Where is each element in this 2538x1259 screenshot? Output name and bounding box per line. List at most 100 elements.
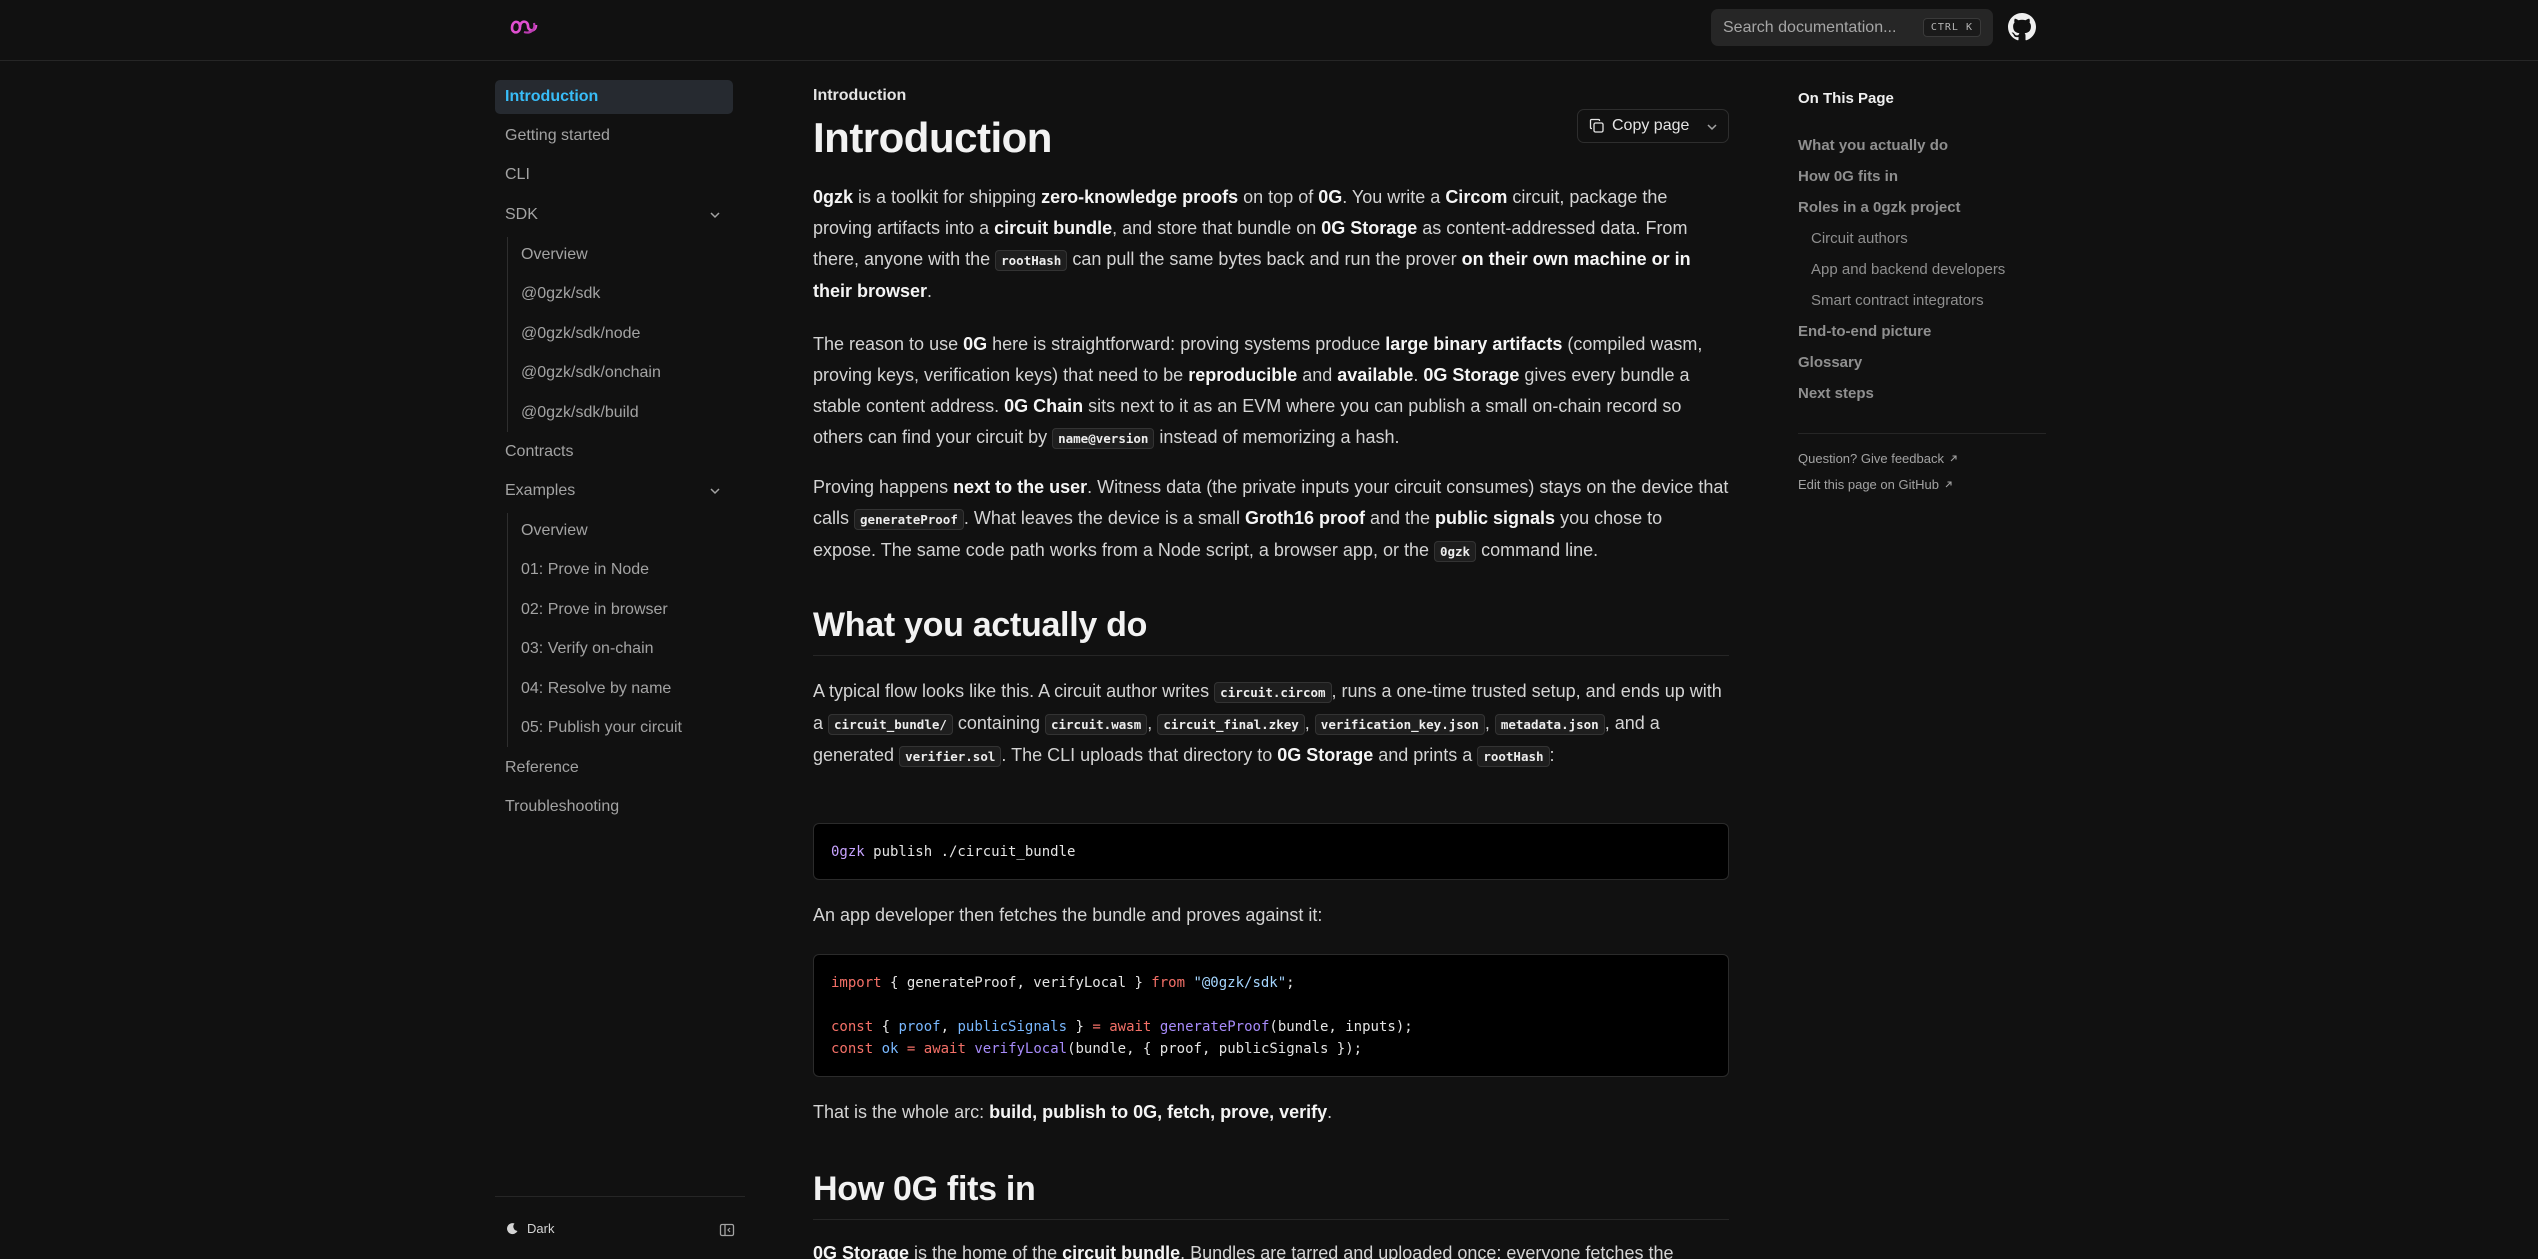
sidebar-item-examples[interactable]: Examples [495, 474, 733, 508]
sidebar-item-sdk[interactable]: SDK [495, 198, 733, 232]
intro-paragraph-2: The reason to use 0G here is straightfor… [813, 334, 1703, 449]
sidebar-item-label: 02: Prove in browser [521, 601, 668, 618]
top-bar: Search documentation... CTRL K [0, 0, 2538, 61]
sidebar-item-label: Reference [505, 759, 579, 776]
section-heading-how-0g-fits: How 0G fits in [813, 1170, 1729, 1220]
intro-paragraph-1: 0gzk is a toolkit for shipping zero-know… [813, 187, 1691, 301]
inline-code: metadata.json [1494, 714, 1605, 735]
sidebar-item-label: CLI [505, 166, 530, 183]
examples-group-line [507, 513, 508, 747]
sidebar-item-label: Examples [505, 482, 576, 499]
sidebar-item-sdk-overview[interactable]: Overview [521, 238, 733, 272]
sidebar-item-label: SDK [505, 206, 538, 223]
sidebar-item-label: 03: Verify on-chain [521, 640, 654, 657]
inline-code: circuit.wasm [1044, 714, 1148, 735]
sidebar-collapse-icon[interactable] [719, 1222, 735, 1238]
sidebar-item-label: 05: Publish your circuit [521, 719, 682, 736]
sidebar-item-label: Troubleshooting [505, 798, 620, 815]
copy-page-button[interactable]: Copy page [1577, 109, 1729, 143]
sidebar-item-label: Overview [521, 246, 588, 263]
feedback-link[interactable]: Question? Give feedback [1798, 451, 1958, 466]
sidebar-item-label: 04: Resolve by name [521, 680, 672, 697]
sidebar-item-label: Overview [521, 522, 588, 539]
code-line: import { generateProof, verifyLocal } fr… [831, 975, 1295, 991]
inline-code: circuit_bundle/ [828, 714, 953, 735]
search-shortcut-badge: CTRL K [1922, 18, 1981, 37]
toc-item-end-to-end[interactable]: End-to-end picture [1798, 323, 1931, 340]
sidebar-item-examples-overview[interactable]: Overview [521, 514, 733, 548]
chevron-down-icon [1707, 124, 1717, 131]
copy-page-label: Copy page [1612, 117, 1690, 134]
sidebar-item-example-04[interactable]: 04: Resolve by name [521, 672, 733, 706]
search-input[interactable]: Search documentation... CTRL K [1711, 9, 1993, 46]
toc-item-how-0g-fits[interactable]: How 0G fits in [1798, 168, 1898, 185]
toc-item-circuit-authors[interactable]: Circuit authors [1811, 230, 1908, 247]
feedback-link-label: Question? Give feedback [1798, 451, 1944, 466]
theme-toggle[interactable]: Dark [505, 1221, 554, 1236]
sidebar-item-label: @0gzk/sdk [521, 285, 601, 302]
sidebar-item-example-01[interactable]: 01: Prove in Node [521, 553, 733, 587]
sidebar-item-sdk-node[interactable]: @0gzk/sdk/node [521, 317, 733, 351]
inline-code: rootHash [995, 250, 1068, 271]
summary-paragraph: That is the whole arc: build, publish to… [813, 1102, 1333, 1122]
sidebar-item-example-03[interactable]: 03: Verify on-chain [521, 632, 733, 666]
github-icon[interactable] [2008, 13, 2036, 41]
sidebar-item-label: Introduction [505, 88, 599, 105]
sidebar-item-introduction[interactable]: Introduction [495, 80, 733, 114]
toc-divider [1798, 433, 2046, 434]
toc-item-what-you-do[interactable]: What you actually do [1798, 137, 1948, 154]
code-block-publish[interactable]: 0gzk publish ./circuit_bundle [813, 823, 1729, 880]
theme-label: Dark [527, 1221, 555, 1236]
inline-code: circuit.circom [1214, 682, 1332, 703]
inline-code: generateProof [854, 509, 964, 530]
sidebar-item-example-05[interactable]: 05: Publish your circuit [521, 711, 733, 745]
flow-paragraph: A typical flow looks like this. A circui… [813, 681, 1722, 767]
fetch-paragraph: An app developer then fetches the bundle… [813, 905, 1323, 925]
sidebar-item-sdk-onchain[interactable]: @0gzk/sdk/onchain [521, 356, 733, 390]
code-line: const ok = await verifyLocal(bundle, { p… [831, 1041, 1363, 1057]
toc-item-contract-integrators[interactable]: Smart contract integrators [1811, 292, 1984, 309]
sidebar-item-sdk-build[interactable]: @0gzk/sdk/build [521, 396, 733, 430]
sidebar-item-contracts[interactable]: Contracts [495, 435, 733, 469]
inline-code: circuit_final.zkey [1157, 714, 1305, 735]
edit-link-label: Edit this page on GitHub [1798, 477, 1939, 492]
moon-icon [507, 1222, 518, 1234]
chevron-down-icon[interactable] [709, 485, 721, 497]
breadcrumb[interactable]: Introduction [813, 87, 906, 105]
code-line: const { proof, publicSignals } = await g… [831, 1019, 1413, 1035]
toc-item-glossary[interactable]: Glossary [1798, 354, 1862, 371]
sidebar-item-sdk-core[interactable]: @0gzk/sdk [521, 277, 733, 311]
sidebar-item-example-02[interactable]: 02: Prove in browser [521, 593, 733, 627]
logo-icon[interactable] [508, 14, 540, 38]
search-placeholder: Search documentation... [1723, 18, 1897, 36]
inline-code: verifier.sol [899, 746, 1002, 767]
sidebar-item-getting-started[interactable]: Getting started [495, 119, 733, 153]
toc-item-roles[interactable]: Roles in a 0gzk project [1798, 199, 1961, 216]
sidebar-item-troubleshooting[interactable]: Troubleshooting [495, 790, 733, 824]
edit-on-github-link[interactable]: Edit this page on GitHub [1798, 477, 1953, 492]
external-link-icon [1950, 455, 1957, 462]
code-block-sdk[interactable]: import { generateProof, verifyLocal } fr… [813, 954, 1729, 1077]
toc-item-next-steps[interactable]: Next steps [1798, 385, 1874, 402]
inline-code: name@version [1052, 428, 1155, 449]
section-heading-what-you-do: What you actually do [813, 606, 1729, 656]
external-link-icon [1945, 481, 1952, 488]
page-title: Introduction [813, 114, 1052, 161]
sidebar-item-reference[interactable]: Reference [495, 751, 733, 785]
sidebar-footer: Dark [495, 1196, 745, 1259]
sidebar-item-label: @0gzk/sdk/node [521, 325, 641, 342]
sidebar-item-label: @0gzk/sdk/build [521, 404, 639, 421]
inline-code: verification_key.json [1314, 714, 1485, 735]
storage-paragraph: 0G Storage is the home of the circuit bu… [813, 1243, 1674, 1259]
sidebar-item-label: @0gzk/sdk/onchain [521, 364, 661, 381]
toc-item-app-developers[interactable]: App and backend developers [1811, 261, 2005, 278]
chevron-down-icon[interactable] [709, 209, 721, 221]
sidebar-nav: Introduction Getting started CLI SDK Ove… [495, 61, 745, 1259]
sidebar-item-cli[interactable]: CLI [495, 158, 733, 192]
copy-icon [1589, 118, 1604, 133]
toc-title: On This Page [1798, 90, 1894, 107]
sdk-group-line [507, 237, 508, 432]
sidebar-item-label: Getting started [505, 127, 610, 144]
inline-code: 0gzk [1433, 541, 1477, 562]
